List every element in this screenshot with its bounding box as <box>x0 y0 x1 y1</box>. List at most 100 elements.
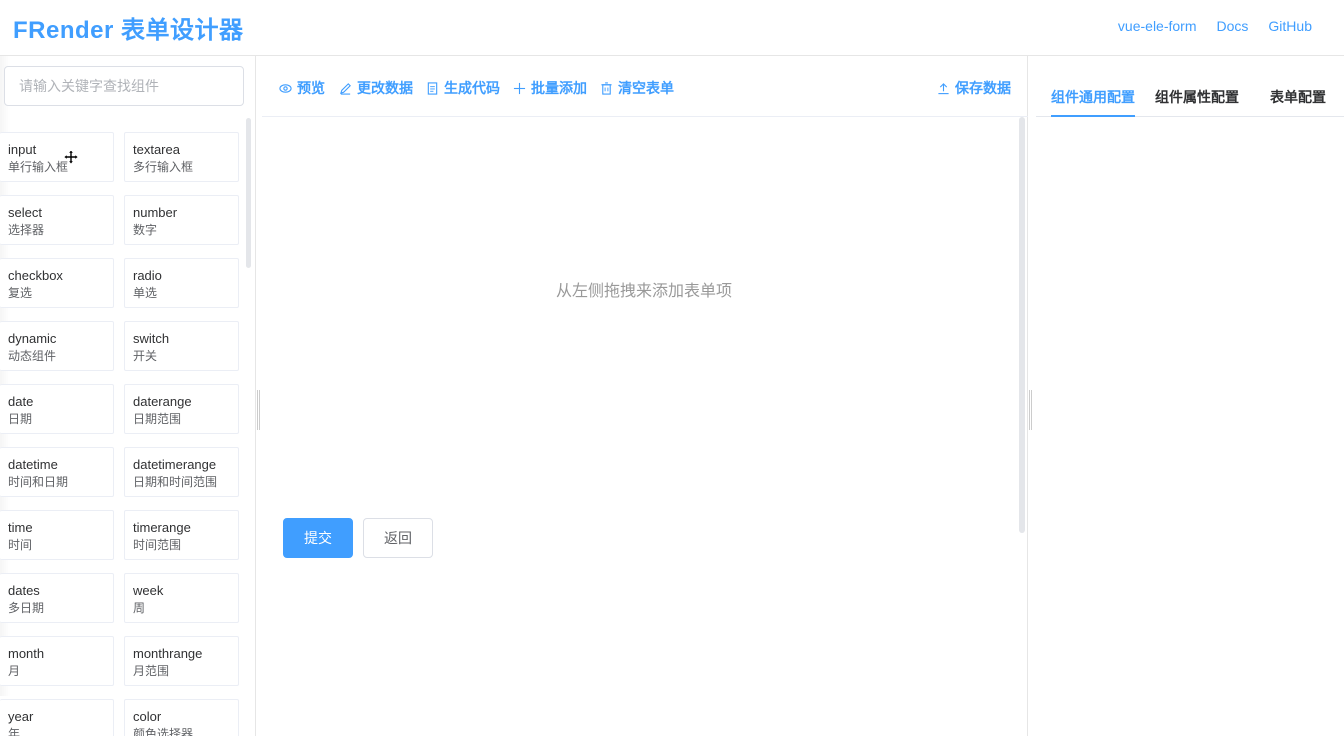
eye-icon <box>279 83 292 93</box>
component-card-dates[interactable]: dates 多日期 <box>0 573 114 623</box>
component-label: 单选 <box>133 286 158 300</box>
component-label: 月范围 <box>133 664 170 678</box>
component-label: 日期范围 <box>133 412 182 426</box>
config-tabs: 组件通用配置 组件属性配置 表单配置 <box>1036 56 1344 117</box>
component-label: 年 <box>8 727 21 736</box>
component-label: 动态组件 <box>8 349 57 363</box>
component-card-select[interactable]: select 选择器 <box>0 195 114 245</box>
component-card-color[interactable]: color 颜色选择器 <box>124 699 239 736</box>
component-panel: input 单行输入框 textarea 多行输入框 select 选择器 number 数字… <box>0 56 256 736</box>
edit-data-button[interactable]: 更改数据 <box>339 78 413 98</box>
component-label: 周 <box>133 601 146 615</box>
header-nav: vue-ele-form Docs GitHub <box>1118 18 1312 34</box>
component-name: input <box>8 142 37 157</box>
component-card-week[interactable]: week 周 <box>124 573 239 623</box>
component-label: 月 <box>8 664 21 678</box>
app-header: FRender 表单设计器 vue-ele-form Docs GitHub <box>0 0 1344 56</box>
component-name: daterange <box>133 394 192 409</box>
component-label: 数字 <box>133 223 158 237</box>
active-tab-indicator <box>1051 115 1135 117</box>
component-name: month <box>8 646 45 661</box>
component-label: 多行输入框 <box>133 160 194 174</box>
component-name: checkbox <box>8 268 63 283</box>
component-name: datetime <box>8 457 58 472</box>
component-card-checkbox[interactable]: checkbox 复选 <box>0 258 114 308</box>
component-label: 多日期 <box>8 601 45 615</box>
component-list-scrollbar[interactable] <box>246 118 251 268</box>
tab-common-config[interactable]: 组件通用配置 <box>1051 87 1135 107</box>
component-name: radio <box>133 268 162 283</box>
batch-add-label: 批量添加 <box>531 80 587 96</box>
batch-add-button[interactable]: 批量添加 <box>513 78 587 98</box>
app-logo[interactable]: FRender 表单设计器 <box>13 10 244 45</box>
preview-label: 预览 <box>297 80 325 96</box>
component-name: year <box>8 709 34 724</box>
nav-link-docs[interactable]: Docs <box>1217 18 1249 34</box>
component-name: time <box>8 520 33 535</box>
nav-link-github[interactable]: GitHub <box>1268 18 1312 34</box>
nav-link-vue-ele-form[interactable]: vue-ele-form <box>1118 18 1197 34</box>
component-card-switch[interactable]: switch 开关 <box>124 321 239 371</box>
designer-toolbar: 预览 更改数据 生成代码 批量添加 清空表单 保存数据 <box>262 56 1028 117</box>
component-name: monthrange <box>133 646 203 661</box>
component-card-daterange[interactable]: daterange 日期范围 <box>124 384 239 434</box>
component-card-radio[interactable]: radio 单选 <box>124 258 239 308</box>
document-icon <box>427 81 438 95</box>
component-card-input[interactable]: input 单行输入框 <box>0 132 114 182</box>
component-card-time[interactable]: time 时间 <box>0 510 114 560</box>
component-label: 颜色选择器 <box>133 727 194 736</box>
back-button[interactable]: 返回 <box>363 518 433 558</box>
component-label: 时间 <box>8 538 33 552</box>
upload-icon <box>938 82 949 94</box>
component-name: color <box>133 709 162 724</box>
generate-code-button[interactable]: 生成代码 <box>426 78 500 98</box>
right-resize-handle[interactable] <box>1029 390 1032 430</box>
preview-button[interactable]: 预览 <box>279 78 325 98</box>
submit-button[interactable]: 提交 <box>283 518 353 558</box>
tab-attr-config[interactable]: 组件属性配置 <box>1155 87 1239 107</box>
plus-icon <box>513 82 526 94</box>
component-label: 开关 <box>133 349 158 363</box>
component-name: textarea <box>133 142 180 157</box>
component-name: dynamic <box>8 331 57 346</box>
config-panel: 组件通用配置 组件属性配置 表单配置 <box>1036 56 1344 736</box>
component-name: date <box>8 394 34 409</box>
edit-data-label: 更改数据 <box>357 80 413 96</box>
component-name: timerange <box>133 520 191 535</box>
canvas-scrollbar[interactable] <box>1019 117 1025 533</box>
component-search-input[interactable] <box>4 66 244 106</box>
component-name: week <box>133 583 164 598</box>
component-name: select <box>8 205 42 220</box>
component-label: 日期和时间范围 <box>133 475 218 489</box>
component-name: datetimerange <box>133 457 217 472</box>
clear-form-label: 清空表单 <box>618 80 674 96</box>
component-grid: input 单行输入框 textarea 多行输入框 select 选择器 number 数字… <box>0 132 240 736</box>
tab-form-config[interactable]: 表单配置 <box>1270 87 1326 107</box>
component-label: 日期 <box>8 412 33 426</box>
component-card-dynamic[interactable]: dynamic 动态组件 <box>0 321 114 371</box>
save-data-button[interactable]: 保存数据 <box>937 78 1011 98</box>
component-card-datetimerange[interactable]: datetimerange 日期和时间范围 <box>124 447 239 497</box>
component-card-datetime[interactable]: datetime 时间和日期 <box>0 447 114 497</box>
component-label: 复选 <box>8 286 33 300</box>
component-card-monthrange[interactable]: monthrange 月范围 <box>124 636 239 686</box>
edit-icon <box>339 82 351 95</box>
component-card-number[interactable]: number 数字 <box>124 195 239 245</box>
component-name: dates <box>8 583 40 598</box>
component-card-date[interactable]: date 日期 <box>0 384 114 434</box>
component-label: 单行输入框 <box>8 160 69 174</box>
component-name: switch <box>133 331 170 346</box>
component-card-textarea[interactable]: textarea 多行输入框 <box>124 132 239 182</box>
left-resize-handle[interactable] <box>257 390 260 430</box>
form-drop-area[interactable]: 从左侧拖拽来添加表单项 <box>262 117 1018 736</box>
component-card-timerange[interactable]: timerange 时间范围 <box>124 510 239 560</box>
component-card-year[interactable]: year 年 <box>0 699 114 736</box>
component-name: number <box>133 205 178 220</box>
form-designer-canvas-panel: 预览 更改数据 生成代码 批量添加 清空表单 保存数据 从左侧拖拽来添加表单项 … <box>262 56 1028 736</box>
save-data-label: 保存数据 <box>955 80 1011 96</box>
empty-tip: 从左侧拖拽来添加表单项 <box>555 283 732 300</box>
component-label: 时间和日期 <box>8 475 69 489</box>
move-cursor-icon <box>64 150 78 164</box>
component-card-month[interactable]: month 月 <box>0 636 114 686</box>
clear-form-button[interactable]: 清空表单 <box>600 78 674 98</box>
